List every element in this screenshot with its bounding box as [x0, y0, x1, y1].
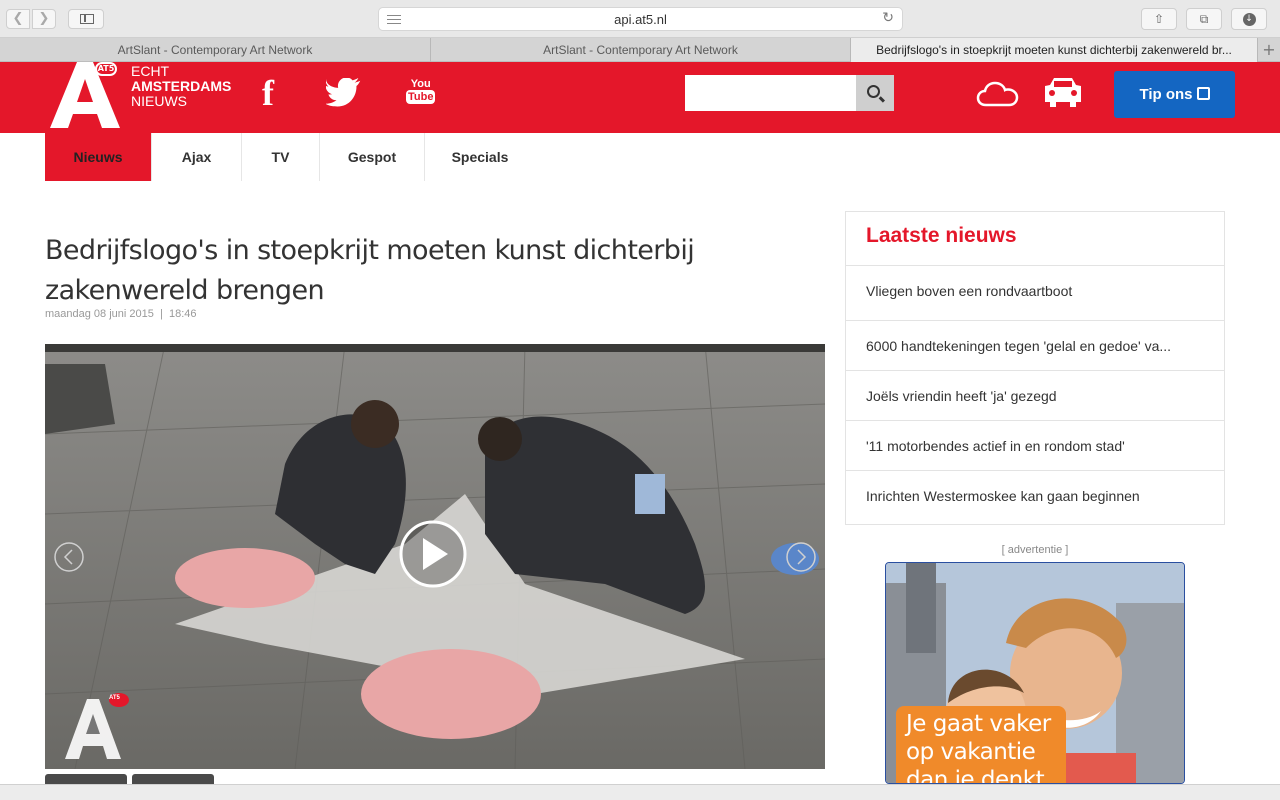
address-bar[interactable]: api.at5.nl ↻	[378, 7, 903, 31]
search-button[interactable]	[856, 75, 894, 111]
tagline-line-3: NIEUWS	[131, 93, 187, 109]
ad-headline: Je gaat vaker op vakantie dan je denkt	[896, 706, 1066, 783]
article-title: Bedrijfslogo's in stoepkrijt moeten kuns…	[45, 235, 695, 306]
tab-artslant-1[interactable]: ArtSlant - Contemporary Art Network	[0, 38, 431, 62]
nav-item-gespot[interactable]: Gespot	[320, 133, 425, 181]
tip-ons-label: Tip ons	[1139, 86, 1193, 103]
tabs-icon: ⧉	[1199, 12, 1209, 26]
tab-bar: ArtSlant - Contemporary Art Network ArtS…	[0, 38, 1280, 62]
article-date: maandag 08 juni 2015	[45, 308, 154, 320]
article-time: 18:46	[168, 308, 197, 320]
traffic-car-icon[interactable]	[1042, 76, 1084, 110]
sidebar-icon	[80, 14, 94, 24]
next-arrow-icon[interactable]	[787, 543, 815, 571]
download-icon: ↓	[1242, 13, 1256, 26]
tagline-line-2: AMSTERDAMS	[131, 78, 232, 94]
twitter-icon[interactable]	[326, 78, 362, 108]
share-icon: ⇧	[1153, 12, 1165, 26]
nav-item-nieuws[interactable]: Nieuws	[45, 133, 152, 181]
news-item[interactable]: 6000 handtekeningen tegen 'gelal en gedo…	[846, 320, 1224, 370]
youtube-tube-text: Tube	[406, 90, 436, 104]
downloads-button[interactable]: ↓	[1231, 8, 1267, 30]
forward-button[interactable]: ❯	[32, 9, 56, 29]
reload-icon[interactable]: ↻	[882, 10, 894, 26]
nav-item-tv[interactable]: TV	[242, 133, 320, 181]
youtube-you-text: You	[410, 78, 431, 90]
tab-active-article[interactable]: Bedrijfslogo's in stoepkrijt moeten kuns…	[851, 38, 1258, 62]
news-item[interactable]: Vliegen boven een rondvaartboot	[846, 265, 1224, 315]
facebook-icon[interactable]: f	[262, 72, 274, 114]
advertisement-banner[interactable]: Je gaat vaker op vakantie dan je denkt	[885, 562, 1185, 784]
nav-item-ajax[interactable]: Ajax	[152, 133, 242, 181]
back-button[interactable]: ❮	[6, 9, 30, 29]
video-badge: AT5	[109, 695, 120, 701]
tip-ons-button[interactable]: Tip ons	[1114, 71, 1235, 118]
thumbnail-2[interactable]	[132, 774, 214, 784]
chevron-right-icon: ❯	[38, 11, 50, 26]
article-meta: maandag 08 juni 2015 | 18:46	[45, 308, 197, 320]
weather-cloud-icon[interactable]	[976, 80, 1020, 108]
news-item[interactable]: '11 motorbendes actief in en rondom stad…	[846, 420, 1224, 470]
prev-arrow-icon[interactable]	[55, 543, 83, 571]
browser-toolbar: ❮ ❯ api.at5.nl ↻ ⇧ ⧉ ↓	[0, 0, 1280, 38]
play-icon[interactable]	[401, 522, 465, 586]
browser-status-bar	[0, 784, 1280, 800]
youtube-icon[interactable]: You Tube	[406, 78, 436, 104]
latest-news-box: Laatste nieuws Vliegen boven een rondvaa…	[845, 211, 1225, 525]
nav-item-specials[interactable]: Specials	[425, 133, 535, 181]
video-player[interactable]: AT5	[45, 344, 825, 769]
news-item[interactable]: Inrichten Westermoskee kan gaan beginnen	[846, 470, 1224, 520]
meta-separator: |	[156, 308, 169, 320]
tagline-line-1: ECHT	[131, 63, 170, 79]
advertisement-label: [ advertentie ]	[1001, 544, 1069, 556]
search-icon	[867, 85, 880, 98]
share-button[interactable]: ⇧	[1141, 8, 1177, 30]
latest-news-title: Laatste nieuws	[866, 224, 1017, 247]
tagline: ECHT AMSTERDAMS NIEUWS	[131, 64, 231, 109]
edit-icon	[1196, 87, 1210, 100]
tab-artslant-2[interactable]: ArtSlant - Contemporary Art Network	[431, 38, 851, 62]
site-header: AT5 ECHT AMSTERDAMS NIEUWS f You Tube Ti…	[0, 62, 1280, 133]
sidebar-toggle-button[interactable]	[68, 9, 104, 29]
search-input[interactable]	[685, 75, 857, 111]
tabs-overview-button[interactable]: ⧉	[1186, 8, 1222, 30]
new-tab-button[interactable]: +	[1258, 38, 1280, 62]
url-text: api.at5.nl	[614, 12, 667, 27]
news-item[interactable]: Joëls vriendin heeft 'ja' gezegd	[846, 370, 1224, 420]
thumbnail-1[interactable]	[45, 774, 127, 784]
chevron-left-icon: ❮	[12, 11, 24, 26]
at5-badge: AT5	[95, 62, 117, 76]
